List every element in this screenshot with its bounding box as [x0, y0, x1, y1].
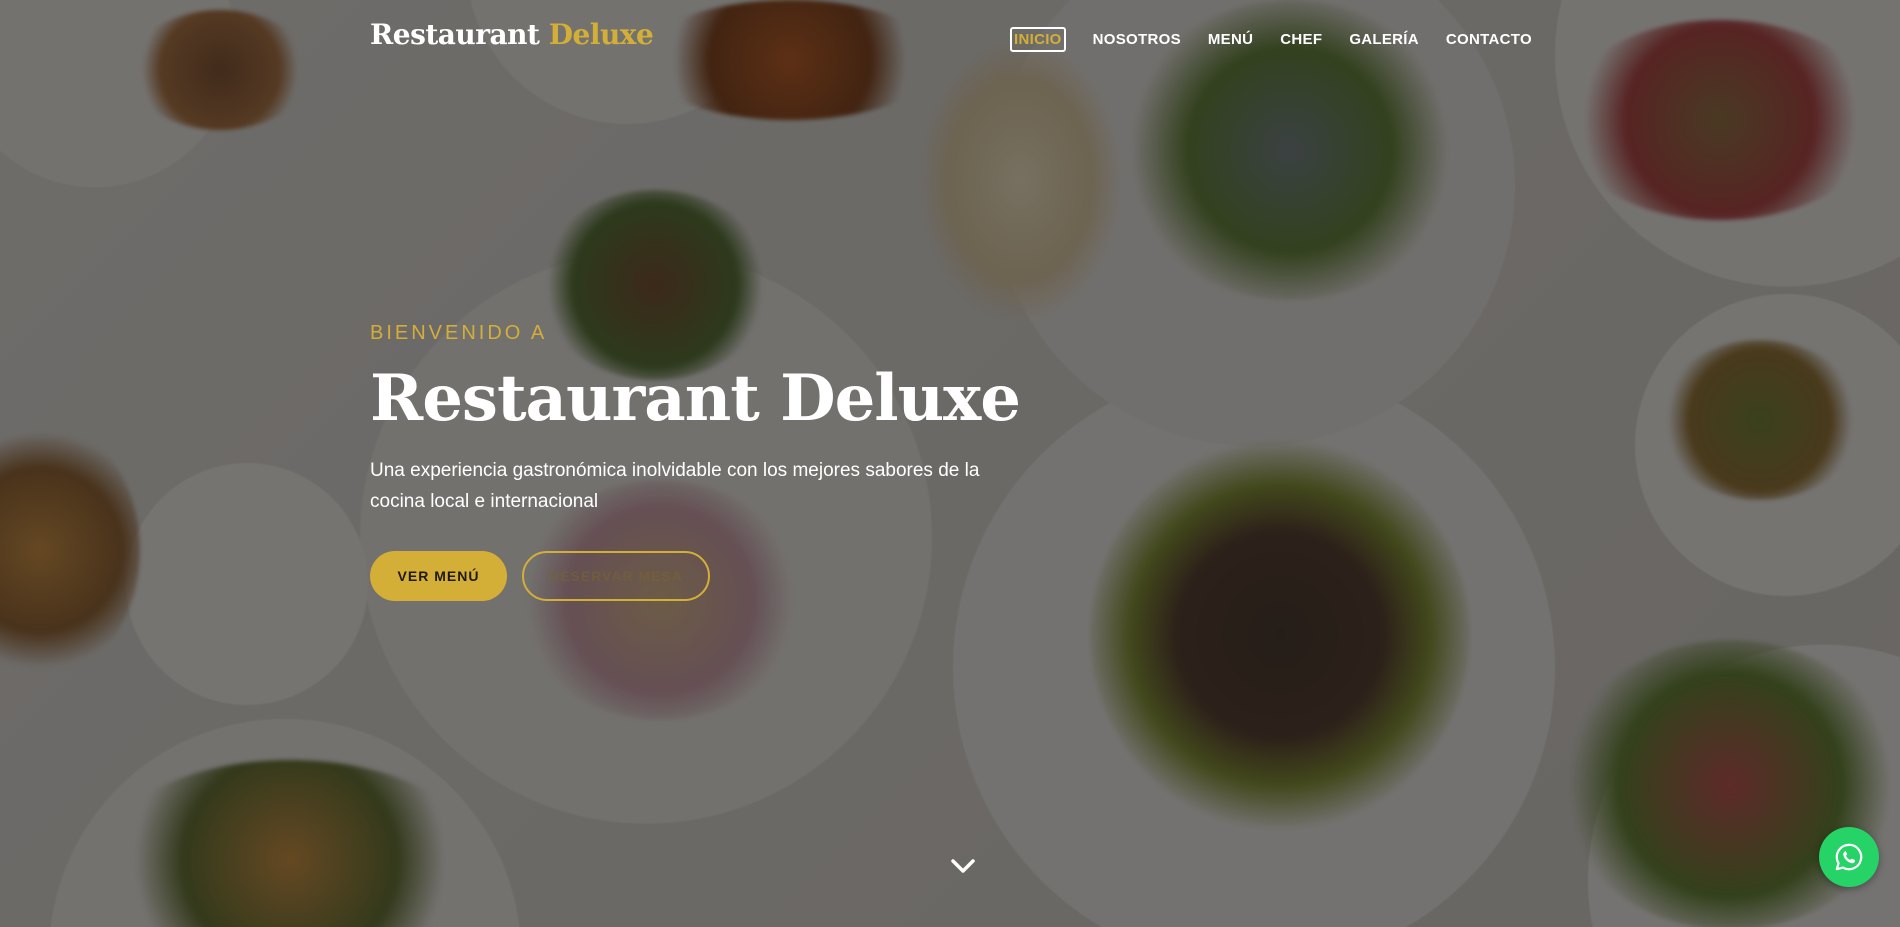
brand-logo[interactable]: Restaurant Deluxe	[370, 18, 654, 51]
nav-links: INICIO NOSOTROS MENÚ CHEF GALERÍA CONTAC…	[1010, 26, 1559, 52]
hero-content: BIENVENIDO A Restaurant Deluxe Una exper…	[370, 322, 1030, 601]
nav-item-galeria[interactable]: GALERÍA	[1349, 31, 1419, 48]
hero-subtitle: Una experiencia gastronómica inolvidable…	[370, 460, 980, 512]
nav-item-inicio[interactable]: INICIO	[1010, 26, 1066, 52]
hero-section: Restaurant Deluxe INICIO NOSOTROS MENÚ C…	[0, 0, 1900, 927]
brand-name-part2: Deluxe	[548, 18, 654, 51]
hero-cta-row: VER MENÚ RESERVAR MESA	[370, 551, 1030, 601]
nav-item-menu[interactable]: MENÚ	[1208, 31, 1253, 48]
hero-title: Restaurant Deluxe	[370, 361, 1021, 436]
brand-name-part1: Restaurant	[370, 18, 540, 51]
reserve-table-button[interactable]: RESERVAR MESA	[522, 551, 710, 601]
whatsapp-icon	[1835, 843, 1863, 871]
nav-item-nosotros[interactable]: NOSOTROS	[1093, 31, 1181, 48]
nav-item-contacto[interactable]: CONTACTO	[1446, 31, 1532, 48]
top-navigation: Restaurant Deluxe INICIO NOSOTROS MENÚ C…	[0, 0, 1900, 78]
whatsapp-button[interactable]	[1819, 827, 1879, 887]
hero-eyebrow: BIENVENIDO A	[370, 322, 548, 344]
chevron-down-icon[interactable]	[950, 855, 976, 877]
view-menu-button[interactable]: VER MENÚ	[370, 551, 507, 601]
nav-item-chef[interactable]: CHEF	[1280, 31, 1322, 48]
